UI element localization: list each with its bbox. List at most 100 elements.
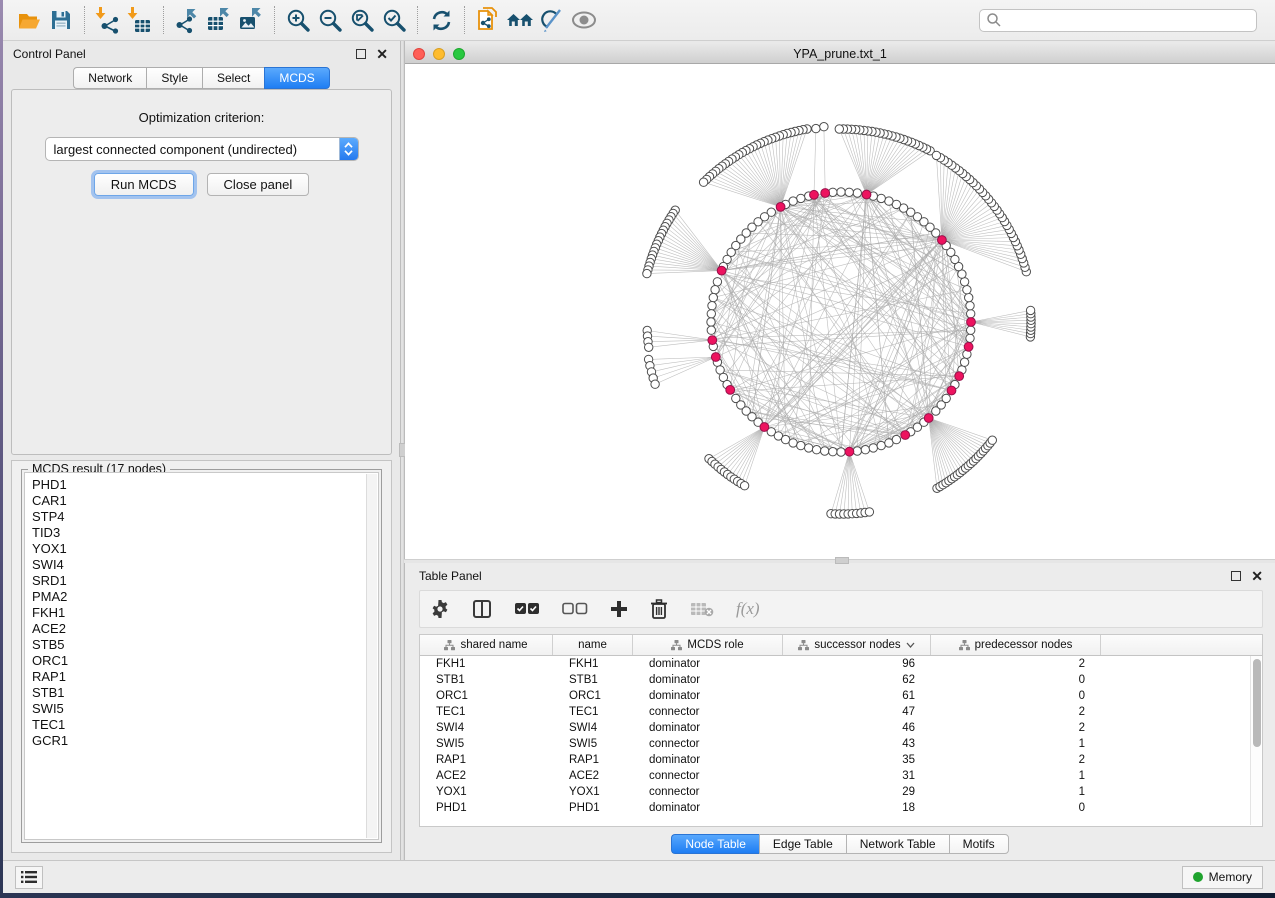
mcds-node-item[interactable]: STB5 <box>32 637 378 653</box>
add-column-button[interactable] <box>610 600 628 618</box>
splitter-handle[interactable] <box>835 557 849 564</box>
main-toolbar <box>3 0 1275 41</box>
vertical-splitter[interactable] <box>400 41 404 860</box>
cell-name: YOX1 <box>553 786 633 798</box>
table-row[interactable]: FKH1FKH1dominator962 <box>420 656 1250 672</box>
tab-edge-table[interactable]: Edge Table <box>759 834 846 854</box>
vizmapper-button[interactable] <box>536 4 568 36</box>
tab-node-table[interactable]: Node Table <box>671 834 759 854</box>
mcds-node-item[interactable]: SWI5 <box>32 701 378 717</box>
network-canvas[interactable] <box>405 64 1275 559</box>
cell-shared-name: RAP1 <box>420 754 553 766</box>
mcds-node-item[interactable]: RAP1 <box>32 669 378 685</box>
mcds-node-item[interactable]: PHD1 <box>32 477 378 493</box>
cell-shared-name: ACE2 <box>420 770 553 782</box>
network-from-document-button[interactable] <box>472 4 504 36</box>
cell-name: STB1 <box>553 674 633 686</box>
table-row[interactable]: ORC1ORC1dominator610 <box>420 688 1250 704</box>
tab-style[interactable]: Style <box>146 67 202 89</box>
mcds-list-scrollbar[interactable] <box>366 474 377 838</box>
toolbar-separator <box>464 6 465 34</box>
tab-network[interactable]: Network <box>73 67 146 89</box>
zoom-fit-button[interactable] <box>346 4 378 36</box>
table-row[interactable]: SWI4SWI4dominator462 <box>420 720 1250 736</box>
close-panel-button[interactable]: Close panel <box>207 173 310 196</box>
mcds-node-item[interactable]: CAR1 <box>32 493 378 509</box>
memory-button[interactable]: Memory <box>1182 866 1263 889</box>
export-image-button[interactable] <box>235 4 267 36</box>
table-options-button[interactable] <box>430 599 450 619</box>
column-header-MCDS-role[interactable]: MCDS role <box>633 635 783 655</box>
cell-shared-name: ORC1 <box>420 690 553 702</box>
apply-layout-button[interactable] <box>425 4 457 36</box>
mcds-node-item[interactable]: PMA2 <box>32 589 378 605</box>
zoom-in-icon <box>285 7 312 34</box>
import-network-button[interactable] <box>92 4 124 36</box>
column-label: predecessor nodes <box>975 639 1073 651</box>
export-table-button[interactable] <box>203 4 235 36</box>
task-history-button[interactable] <box>15 866 43 889</box>
run-mcds-button[interactable]: Run MCDS <box>94 173 194 196</box>
tab-motifs[interactable]: Motifs <box>949 834 1009 854</box>
table-row[interactable]: ACE2ACE2connector311 <box>420 768 1250 784</box>
float-table-panel-icon[interactable] <box>1231 571 1241 581</box>
select-all-columns-button[interactable] <box>514 602 540 616</box>
mcds-node-item[interactable]: STP4 <box>32 509 378 525</box>
save-session-button[interactable] <box>45 4 77 36</box>
criterion-select[interactable]: largest connected component (undirected) <box>45 137 359 161</box>
horizontal-splitter[interactable] <box>404 559 1275 563</box>
table-row[interactable]: YOX1YOX1connector291 <box>420 784 1250 800</box>
table-row[interactable]: STB1STB1dominator620 <box>420 672 1250 688</box>
search-input[interactable] <box>1002 13 1250 27</box>
import-table-button[interactable] <box>124 4 156 36</box>
mcds-result-list[interactable]: PHD1CAR1STP4TID3YOX1SWI4SRD1PMA2FKH1ACE2… <box>24 472 379 840</box>
unchecked-boxes-icon <box>562 602 588 616</box>
search-box[interactable] <box>979 9 1257 32</box>
tab-network-table[interactable]: Network Table <box>846 834 949 854</box>
mcds-node-item[interactable]: STB1 <box>32 685 378 701</box>
table-row[interactable]: SWI5SWI5connector431 <box>420 736 1250 752</box>
close-panel-icon[interactable]: ✕ <box>376 49 388 59</box>
float-panel-icon[interactable] <box>356 49 366 59</box>
mcds-node-item[interactable]: FKH1 <box>32 605 378 621</box>
column-header-successor-nodes[interactable]: successor nodes <box>783 635 931 655</box>
export-network-button[interactable] <box>171 4 203 36</box>
deselect-all-columns-button[interactable] <box>562 602 588 616</box>
function-builder-button[interactable]: f(x) <box>736 599 760 619</box>
table-row[interactable]: RAP1RAP1dominator352 <box>420 752 1250 768</box>
mcds-node-item[interactable]: ACE2 <box>32 621 378 637</box>
network-titlebar[interactable]: YPA_prune.txt_1 <box>405 44 1275 64</box>
cell-shared-name: SWI5 <box>420 738 553 750</box>
close-table-panel-icon[interactable]: ✕ <box>1251 571 1263 581</box>
import-network-icon <box>94 6 122 34</box>
tab-select[interactable]: Select <box>202 67 264 89</box>
open-file-button[interactable] <box>13 4 45 36</box>
mcds-node-item[interactable]: SRD1 <box>32 573 378 589</box>
column-header-shared-name[interactable]: shared name <box>420 635 553 655</box>
attribute-icon <box>671 640 682 651</box>
show-columns-button[interactable] <box>472 599 492 619</box>
cybrowser-button[interactable] <box>504 4 536 36</box>
table-row[interactable]: TEC1TEC1connector472 <box>420 704 1250 720</box>
delete-column-button[interactable] <box>650 599 668 619</box>
table-scrollbar-thumb[interactable] <box>1253 659 1261 747</box>
column-header-name[interactable]: name <box>553 635 633 655</box>
zoom-out-button[interactable] <box>314 4 346 36</box>
mcds-node-item[interactable]: TEC1 <box>32 717 378 733</box>
column-label: MCDS role <box>687 639 743 651</box>
hide-panel-button[interactable] <box>568 4 600 36</box>
column-header-predecessor-nodes[interactable]: predecessor nodes <box>931 635 1101 655</box>
criterion-value: largest connected component (undirected) <box>46 142 339 157</box>
mcds-node-item[interactable]: SWI4 <box>32 557 378 573</box>
zoom-in-button[interactable] <box>282 4 314 36</box>
delete-table-button[interactable] <box>690 601 714 617</box>
zoom-selected-button[interactable] <box>378 4 410 36</box>
tab-mcds[interactable]: MCDS <box>264 67 329 89</box>
mcds-node-item[interactable]: YOX1 <box>32 541 378 557</box>
mcds-node-item[interactable]: GCR1 <box>32 733 378 749</box>
node-table: shared namename MCDS role successor nodes p… <box>419 634 1263 827</box>
table-row[interactable]: PHD1PHD1dominator180 <box>420 800 1250 816</box>
mcds-node-item[interactable]: TID3 <box>32 525 378 541</box>
mcds-node-item[interactable]: ORC1 <box>32 653 378 669</box>
table-scrollbar[interactable] <box>1250 656 1261 825</box>
